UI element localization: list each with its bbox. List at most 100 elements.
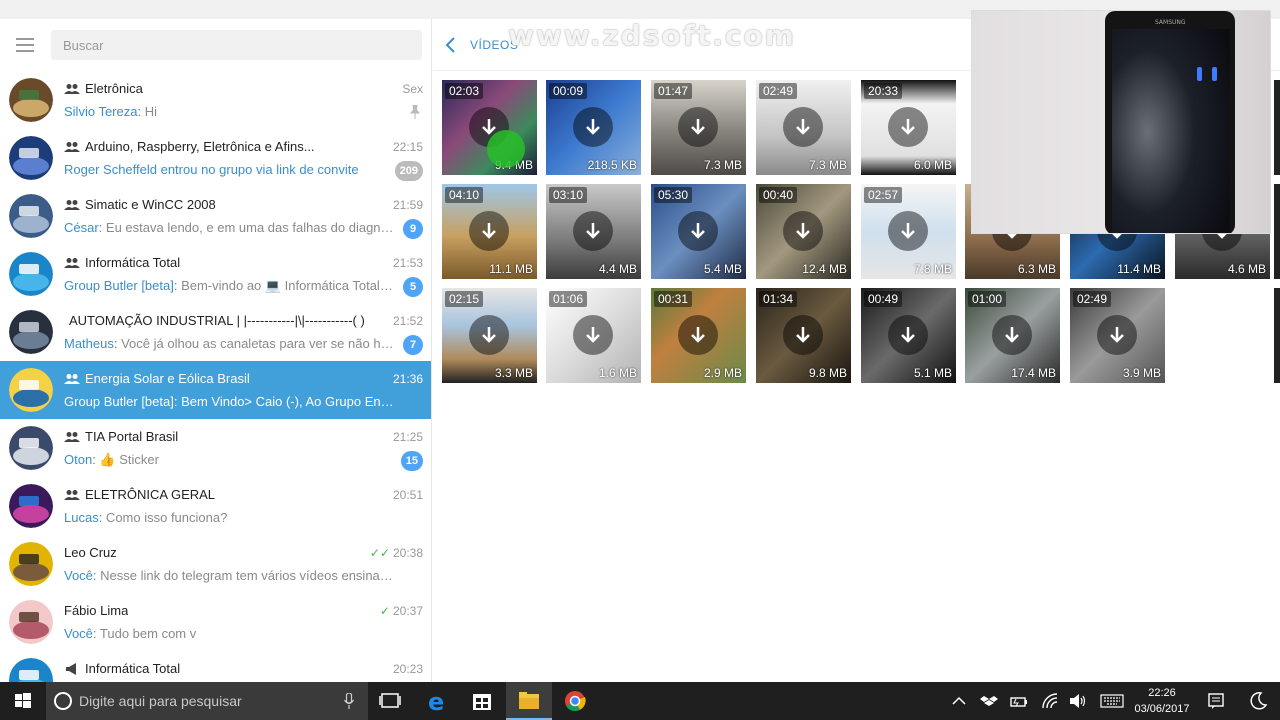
video-thumbnail[interactable]: 02:039.4 MB [442,80,537,175]
chat-row[interactable]: Leo Cruz ✓✓ 20:38 Você: Nesse link do teleg… [0,535,431,593]
download-button[interactable] [678,211,718,251]
chat-sender: Silvio Tereza: [64,104,142,119]
chat-row[interactable]: Energia Solar e Eólica Brasil 21:36 Group … [0,361,431,419]
chat-title: Fábio Lima [64,603,128,618]
start-button[interactable] [0,682,46,720]
video-thumbnail[interactable]: 00:49 5.1 MB [861,288,956,383]
microphone-icon[interactable] [344,693,354,709]
video-size: 7.3 MB [808,158,847,172]
download-button[interactable] [573,211,613,251]
chat-preview: Roger Scheffeld entrou no grupo via link… [64,162,359,177]
volume-icon[interactable] [1069,692,1087,710]
chevron-up-icon[interactable] [950,692,968,710]
video-thumbnail[interactable]: 20:33 6.0 MB [861,80,956,175]
keyboard-icon[interactable] [1100,692,1124,710]
chat-preview-text: Você já olhou as canaletas para ver se n… [117,336,394,351]
chat-sender: Você: [64,568,97,583]
download-button[interactable] [573,315,613,355]
video-duration: 01:00 [968,291,1007,307]
chat-title: ELETRÔNICA GERAL [64,487,215,502]
chat-time-text: 21:25 [392,430,423,444]
video-thumbnail[interactable]: 05:30 5.4 MB [651,184,746,279]
chat-row[interactable]: Informática Total 20:23 [0,651,431,682]
download-button[interactable] [469,315,509,355]
download-arrow-icon [901,119,915,135]
chat-title: Informática Total [64,255,180,270]
power-icon[interactable] [1010,692,1028,710]
chat-time-text: 21:36 [392,372,423,386]
video-size: 7.8 MB [913,262,952,276]
download-button[interactable] [678,107,718,147]
chat-title-text: Arduino, Raspberry, Eletrônica e Afins..… [85,139,315,154]
download-button[interactable] [888,107,928,147]
taskbar-search[interactable]: Digite aqui para pesquisar [46,682,368,720]
watermark: www.zdsoft.com [508,19,796,52]
video-size: 17.4 MB [1011,366,1056,380]
download-arrow-icon [1110,327,1124,343]
video-thumbnail[interactable]: 01:00 17.4 MB [965,288,1060,383]
chat-title-text: Leo Cruz [64,545,117,560]
download-button[interactable] [783,107,823,147]
video-thumbnail[interactable]: 02:15 3.3 MB [442,288,537,383]
svg-text:e: e [428,688,444,716]
video-size: 4.6 MB [1227,262,1266,276]
clock-date: 03/06/2017 [1134,703,1190,715]
download-arrow-icon [796,119,810,135]
avatar [9,542,53,586]
chat-row[interactable]: TIA Portal Brasil 21:25 Oton: 👍 Sticker 15 [0,419,431,477]
task-view-button[interactable] [368,682,414,720]
chat-preview-text: Bem-vindo ao 💻 Informática Total ... [177,278,394,293]
chat-row[interactable]: Informática Total 21:53 Group Butler [beta… [0,245,431,303]
video-thumbnail[interactable]: 02:49 7.3 MB [756,80,851,175]
system-clock[interactable]: 22:26 03/06/2017 [1130,685,1194,717]
chat-row[interactable]: Eletrônica Sex Silvio Tereza: Hi [0,71,431,129]
chat-preview: Matheus: Você já olhou as canaletas para… [64,336,394,351]
download-button[interactable] [678,315,718,355]
night-light-icon[interactable] [1248,691,1268,711]
store-taskbar-button[interactable] [460,682,506,720]
avatar [9,136,53,180]
dropbox-icon[interactable] [980,692,998,710]
video-thumbnail[interactable]: 02:49 3.9 MB [1070,288,1165,383]
video-thumbnail[interactable]: 04:10 11.1 MB [442,184,537,279]
unread-badge: 15 [400,451,423,471]
video-thumbnail[interactable]: 03:10 4.4 MB [546,184,641,279]
chat-title: TIA Portal Brasil [64,429,178,444]
chat-row[interactable]: Simatic e WinCC 2008 21:59 César: Eu estav… [0,187,431,245]
download-button[interactable] [469,211,509,251]
video-thumbnail[interactable]: 02:57 7.8 MB [861,184,956,279]
file-explorer-taskbar-button[interactable] [506,682,552,720]
download-button[interactable] [783,211,823,251]
chat-row[interactable]: Arduino, Raspberry, Eletrônica e Afins..… [0,129,431,187]
download-button[interactable] [992,315,1032,355]
chat-time: 21:52 [393,314,423,328]
video-duration: 01:34 [759,291,798,307]
download-button[interactable] [1097,315,1137,355]
chat-title: Informática Total [64,661,180,676]
video-thumbnail[interactable]: 01:47 7.3 MB [651,80,746,175]
download-button[interactable] [888,211,928,251]
notification-icon[interactable] [1207,692,1225,710]
menu-icon[interactable] [16,38,34,52]
video-duration: 00:31 [654,291,693,307]
edge-taskbar-button[interactable]: e [414,682,460,720]
video-thumbnail[interactable]: 00:31 2.9 MB [651,288,746,383]
chat-title-text: Eletrônica [85,81,143,96]
chat-time: Sex [402,82,423,96]
chrome-taskbar-button[interactable] [552,682,598,720]
chat-row[interactable]: AUTOMAÇÃO INDUSTRIAL | |-----------|\|--… [0,303,431,361]
wifi-icon[interactable] [1041,692,1059,710]
download-button[interactable] [888,315,928,355]
chat-preview: Group Butler [beta]: Bem-vindo ao 💻 Info… [64,278,394,294]
video-duration: 04:10 [445,187,484,203]
video-thumbnail[interactable]: 01:06 1.6 MB [546,288,641,383]
chat-row[interactable]: ELETRÔNICA GERAL 20:51 Lucas: Como isso fu… [0,477,431,535]
back-arrow-icon[interactable] [444,36,458,54]
video-thumbnail[interactable]: 00:09 218.5 KB [546,80,641,175]
video-thumbnail[interactable]: 00:40 12.4 MB [756,184,851,279]
download-button[interactable] [573,107,613,147]
chat-row[interactable]: Fábio Lima ✓ 20:37 Você: Tudo bem com v [0,593,431,651]
download-button[interactable] [783,315,823,355]
video-thumbnail[interactable]: 01:34 9.8 MB [756,288,851,383]
search-input[interactable] [51,30,422,60]
